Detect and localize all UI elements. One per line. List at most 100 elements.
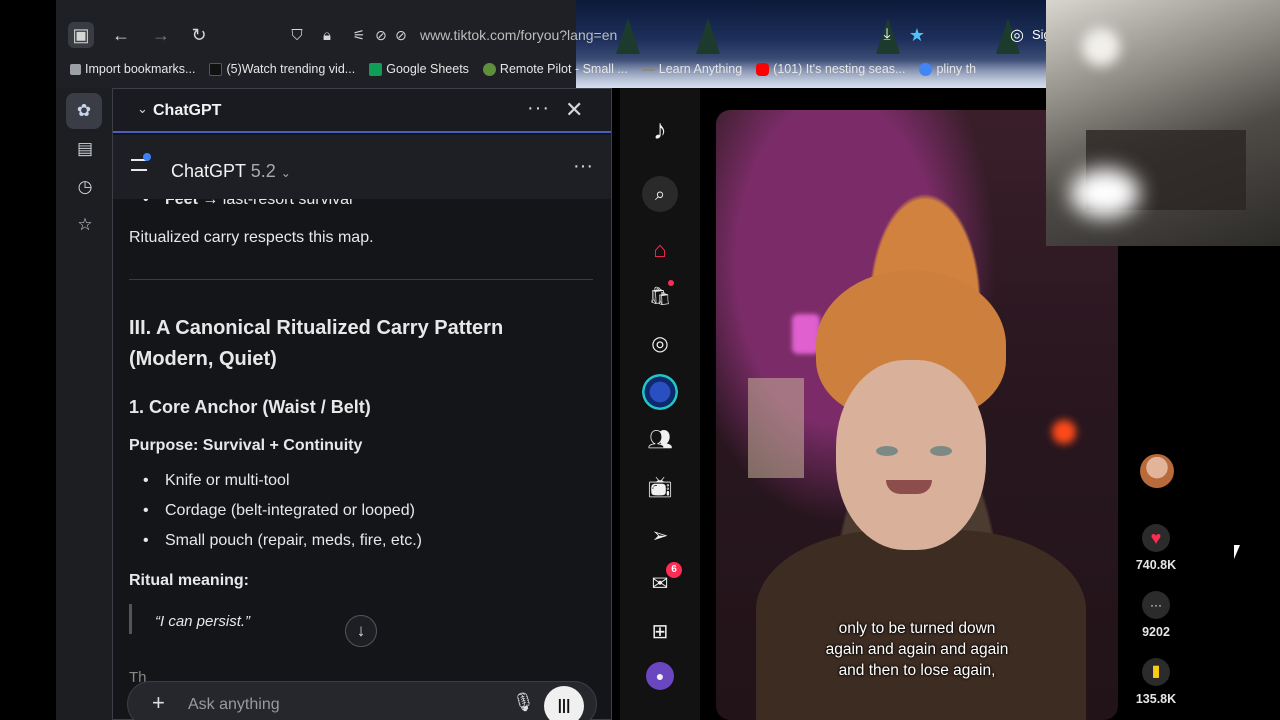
- panel-header: ⌄ ChatGPT ··· ✕: [113, 89, 611, 133]
- model-version: 5.2: [250, 161, 276, 181]
- bookmark-icon: ▮: [1142, 658, 1170, 686]
- voice-mode-button[interactable]: |||: [544, 686, 584, 720]
- bookmarks-bar: Import bookmarks... (5)Watch trending vi…: [70, 62, 976, 76]
- mouse-cursor: [1234, 545, 1240, 559]
- person-face: [836, 360, 986, 550]
- chat-transcript: Feet → last-resort survival Ritualized c…: [113, 199, 611, 719]
- messages-icon[interactable]: ➢: [642, 518, 678, 554]
- prompt-input[interactable]: Ask anything: [188, 696, 280, 714]
- section-heading-cont: (Modern, Quiet): [129, 348, 277, 370]
- bookmark-youtube[interactable]: (101) It's nesting seas...: [756, 62, 905, 76]
- chevron-down-icon[interactable]: ⌄: [137, 101, 148, 117]
- live-tv-icon[interactable]: 📺︎: [642, 470, 678, 506]
- shield-icon[interactable]: ⛉: [284, 22, 310, 48]
- tiktok-sidebar: ♪ ⌕ ⌂ 🛍︎ ◎ 👥︎ 📺︎ ➢ ✉︎ 6 ⊞ ●: [620, 88, 700, 720]
- bookmark-google[interactable]: pliny th: [919, 62, 976, 76]
- video-actions: ♥ 740.8K ··· 9202 ▮ 135.8K: [1120, 450, 1192, 720]
- following-icon[interactable]: 👥︎: [642, 422, 678, 458]
- microphone-icon[interactable]: 🎙︎: [512, 692, 535, 713]
- background-light: [1052, 420, 1076, 444]
- person-mouth: [886, 480, 932, 494]
- composer: + Ask anything 🎙︎ |||: [127, 681, 597, 720]
- person-eye: [876, 446, 898, 456]
- close-icon[interactable]: ✕: [565, 97, 583, 123]
- scroll-down-button[interactable]: ↓: [345, 615, 377, 647]
- bookmark-learn-anything[interactable]: Learn Anything: [641, 62, 742, 76]
- chatgpt-icon[interactable]: ✿: [66, 93, 102, 129]
- bookmark-tiktok[interactable]: (5)Watch trending vid...: [209, 62, 355, 76]
- inbox-icon[interactable]: ✉︎ 6: [642, 562, 682, 602]
- comment-button[interactable]: ··· 9202: [1120, 591, 1192, 639]
- notification-dot: [143, 153, 151, 161]
- google-icon: [919, 62, 933, 76]
- add-attachment-icon[interactable]: +: [152, 690, 165, 716]
- arrow-down-icon: ↓: [356, 621, 366, 640]
- bookmark-google-sheets[interactable]: Google Sheets: [369, 62, 469, 76]
- list-item: Cordage (belt-integrated or looped): [143, 502, 415, 520]
- chevron-down-icon: ⌄: [280, 166, 291, 180]
- profile-icon[interactable]: ●: [646, 662, 674, 690]
- video-caption: only to be turned down again and again a…: [716, 618, 1118, 681]
- ceiling-light: [1082, 28, 1120, 66]
- section-heading: III. A Canonical Ritualized Carry Patter…: [129, 317, 504, 339]
- inbox-badge: 6: [666, 562, 682, 578]
- remote-pilot-icon: [482, 62, 496, 76]
- reload-icon[interactable]: ↻: [186, 22, 212, 48]
- star-icon[interactable]: ★: [904, 22, 930, 48]
- explore-icon[interactable]: ◎: [642, 326, 678, 362]
- purpose-label: Purpose: Survival + Continuity: [129, 437, 363, 454]
- home-icon[interactable]: ⌂: [642, 232, 678, 268]
- forward-icon[interactable]: →: [148, 22, 174, 48]
- caption-line: again and again and again: [825, 641, 1009, 658]
- bookmark-import[interactable]: Import bookmarks...: [70, 62, 195, 76]
- browser-sidebar: ✿ ▤ ◷ ☆: [56, 88, 112, 720]
- save-button[interactable]: ▮ 135.8K: [1120, 658, 1192, 706]
- upload-icon[interactable]: ⊞: [642, 614, 678, 650]
- list-item: Feet → last-resort survival: [143, 199, 353, 209]
- model-selector[interactable]: ChatGPT 5.2 ⌄: [171, 161, 291, 182]
- url-bar[interactable]: www.tiktok.com/foryou?lang=en: [420, 27, 617, 43]
- live-avatar-icon[interactable]: [642, 374, 678, 410]
- shop-dot: [668, 280, 674, 286]
- bookmark-remote-pilot[interactable]: Remote Pilot - Small ...: [482, 62, 628, 76]
- menu-icon[interactable]: [131, 159, 147, 171]
- screen: ▣ ← → ↻ ⛉ 🔒︎ ⚟ ⊘ ⊘ www.tiktok.com/foryou…: [0, 0, 1280, 720]
- search-icon[interactable]: ⌕: [642, 176, 678, 212]
- chat-more-icon[interactable]: ···: [573, 155, 593, 178]
- youtube-icon: [756, 62, 770, 76]
- account-icon[interactable]: ◎: [1004, 22, 1030, 48]
- lock-icon[interactable]: 🔒︎: [314, 22, 340, 48]
- panel-more-icon[interactable]: ···: [527, 97, 550, 120]
- learn-anything-icon: [641, 67, 655, 71]
- import-icon: [70, 63, 81, 75]
- tiktok-logo-icon[interactable]: ♪: [642, 112, 678, 148]
- webcam-overlay: [1046, 0, 1280, 246]
- sidebar-toggle-icon[interactable]: ▣: [68, 22, 94, 48]
- ritual-label: Ritual meaning:: [129, 572, 250, 589]
- download-icon[interactable]: ⤓: [874, 22, 900, 48]
- subheading: 1. Core Anchor (Waist / Belt): [129, 397, 371, 417]
- save-count: 135.8K: [1135, 692, 1177, 706]
- theme-tree: [616, 18, 640, 54]
- reading-list-icon[interactable]: ▤: [74, 138, 96, 160]
- shop-icon[interactable]: 🛍︎: [642, 278, 678, 314]
- browser-toolbar: ▣ ← → ↻ ⛉ 🔒︎ ⚟ ⊘ ⊘ www.tiktok.com/foryou…: [56, 0, 1048, 88]
- bookmark-star-icon[interactable]: ☆: [74, 214, 96, 236]
- like-button[interactable]: ♥ 740.8K: [1120, 524, 1192, 572]
- back-icon[interactable]: ←: [108, 22, 134, 48]
- person-eye: [930, 446, 952, 456]
- list-item: Knife or multi-tool: [143, 472, 289, 490]
- chatgpt-side-panel: ⌄ ChatGPT ··· ✕ ChatGPT 5.2 ⌄ ··· Feet →…: [112, 88, 612, 720]
- mic-blocked-icon[interactable]: ⊘: [388, 22, 414, 48]
- list-item: Small pouch (repair, meds, fire, etc.): [143, 532, 422, 550]
- google-sheets-icon: [369, 62, 383, 76]
- comment-count: 9202: [1142, 625, 1170, 639]
- background-poster: [748, 378, 804, 478]
- history-icon[interactable]: ◷: [74, 176, 96, 198]
- blockquote: “I can persist.”: [155, 613, 251, 630]
- chatgpt-header: ChatGPT 5.2 ⌄ ···: [113, 135, 611, 199]
- heart-icon: ♥: [1142, 524, 1170, 552]
- panel-title[interactable]: ChatGPT: [153, 102, 221, 120]
- blockquote-bar: [129, 604, 132, 634]
- model-name: ChatGPT: [171, 161, 246, 181]
